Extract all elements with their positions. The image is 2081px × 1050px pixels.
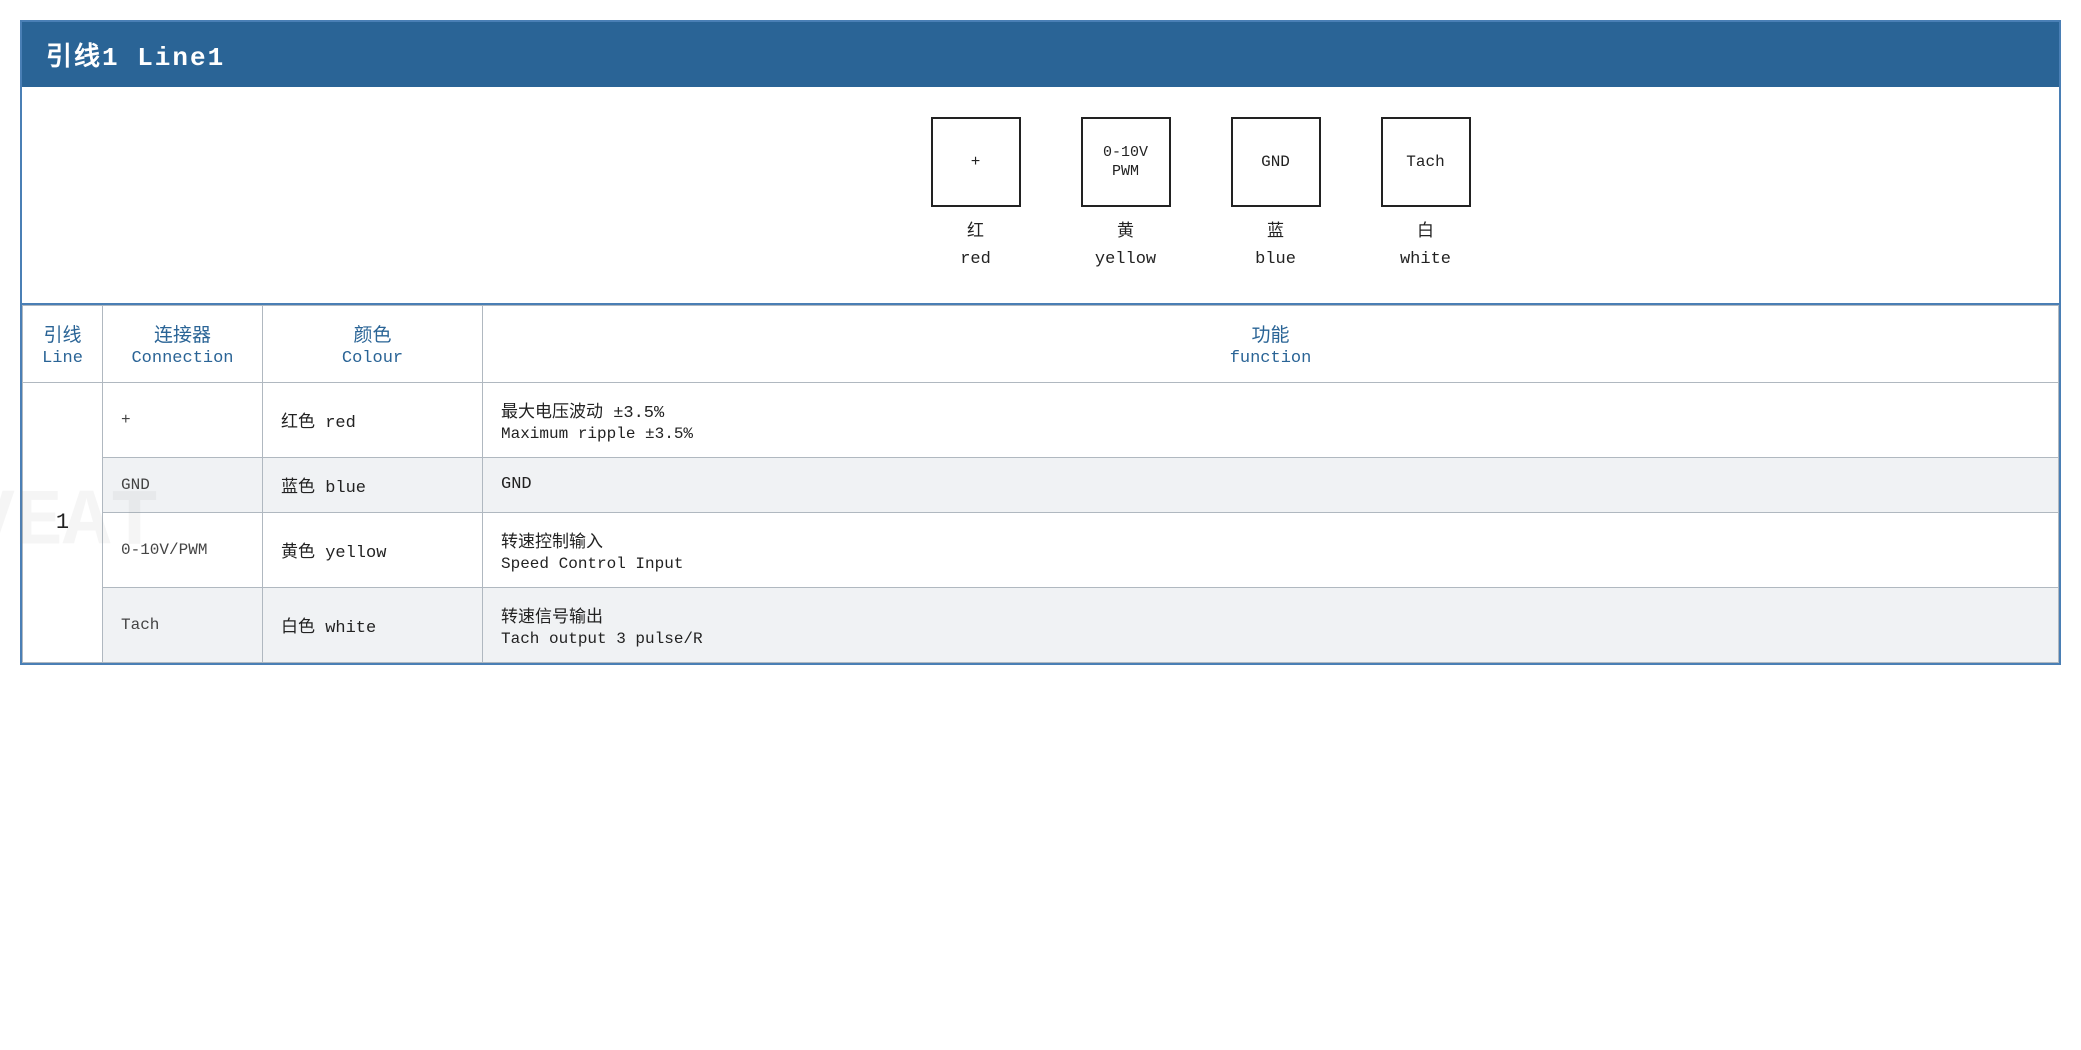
table-row: 1 VEAT + 红色 red 最大电压波动 ±3.5% Maximum rip…: [23, 383, 2059, 458]
pin-gnd-rect: GND: [1231, 117, 1321, 207]
pin-plus-zh: 红: [967, 223, 984, 242]
header-connection-zh: 连接器: [121, 320, 244, 347]
pin-tach: Tach 白 white: [1381, 117, 1471, 273]
table-row: 0-10V/PWM 黄色 yellow 转速控制输入 Speed Control…: [23, 513, 2059, 588]
pin-gnd-zh: 蓝: [1267, 223, 1284, 242]
main-wrapper: 引线1 Line1 + 红 red 0-10VPWM 黄 yellow: [20, 20, 2061, 665]
func-ripple-cell: 最大电压波动 ±3.5% Maximum ripple ±3.5%: [483, 383, 2059, 458]
conn-plus-cell: +: [103, 383, 263, 458]
table-header-row: 引线 Line 连接器 Connection 颜色 Colour 功能 func…: [23, 306, 2059, 383]
func-speed-zh: 转速控制输入: [501, 527, 2040, 553]
func-tach-cell: 转速信号输出 Tach output 3 pulse/R: [483, 588, 2059, 663]
pin-plus-en: red: [960, 250, 991, 269]
header-line-en: Line: [41, 349, 84, 368]
line-number-cell: 1 VEAT: [23, 383, 103, 663]
func-gnd-zh: GND: [501, 475, 2040, 494]
conn-pwm-cell: 0-10V/PWM: [103, 513, 263, 588]
section-title: 引线1 Line1: [22, 22, 2059, 87]
header-colour: 颜色 Colour: [263, 306, 483, 383]
page-container: 引线1 Line1 + 红 red 0-10VPWM 黄 yellow: [0, 0, 2081, 1050]
func-tach-en: Tach output 3 pulse/R: [501, 630, 2040, 648]
title-text: 引线1 Line1: [46, 43, 225, 73]
data-table: 引线 Line 连接器 Connection 颜色 Colour 功能 func…: [22, 305, 2059, 663]
diagram-inner: + 红 red 0-10VPWM 黄 yellow GND: [931, 117, 1471, 273]
header-connection: 连接器 Connection: [103, 306, 263, 383]
header-function-zh: 功能: [501, 320, 2040, 347]
pin-tach-label: 白 white: [1400, 219, 1451, 273]
header-function: 功能 function: [483, 306, 2059, 383]
pin-pwm-label: 黄 yellow: [1095, 219, 1156, 273]
pin-pwm-en: yellow: [1095, 250, 1156, 269]
pin-pwm: 0-10VPWM 黄 yellow: [1081, 117, 1171, 273]
func-ripple-zh: 最大电压波动 ±3.5%: [501, 397, 2040, 423]
pin-gnd: GND 蓝 blue: [1231, 117, 1321, 273]
table-row: GND 蓝色 blue GND: [23, 458, 2059, 513]
func-speed-cell: 转速控制输入 Speed Control Input: [483, 513, 2059, 588]
func-speed-en: Speed Control Input: [501, 555, 2040, 573]
header-line-zh: 引线: [41, 320, 84, 347]
pin-gnd-label: 蓝 blue: [1255, 219, 1296, 273]
conn-gnd-cell: GND: [103, 458, 263, 513]
table-body: 1 VEAT + 红色 red 最大电压波动 ±3.5% Maximum rip…: [23, 383, 2059, 663]
header-line: 引线 Line: [23, 306, 103, 383]
pin-pwm-zh: 黄: [1117, 223, 1134, 242]
table-row: Tach 白色 white 转速信号输出 Tach output 3 pulse…: [23, 588, 2059, 663]
header-colour-en: Colour: [281, 349, 464, 368]
pin-tach-rect: Tach: [1381, 117, 1471, 207]
pin-pwm-rect: 0-10VPWM: [1081, 117, 1171, 207]
header-function-en: function: [501, 349, 2040, 368]
line-number: 1: [56, 510, 69, 535]
func-ripple-en: Maximum ripple ±3.5%: [501, 425, 2040, 443]
diagram-section: + 红 red 0-10VPWM 黄 yellow GND: [22, 87, 2059, 305]
conn-tach-cell: Tach: [103, 588, 263, 663]
pin-plus-rect: +: [931, 117, 1021, 207]
pin-plus: + 红 red: [931, 117, 1021, 273]
pin-gnd-en: blue: [1255, 250, 1296, 269]
colour-yellow-cell: 黄色 yellow: [263, 513, 483, 588]
pin-plus-label: 红 red: [960, 219, 991, 273]
header-colour-zh: 颜色: [281, 320, 464, 347]
header-connection-en: Connection: [121, 349, 244, 368]
pin-tach-en: white: [1400, 250, 1451, 269]
colour-blue-cell: 蓝色 blue: [263, 458, 483, 513]
func-tach-zh: 转速信号输出: [501, 602, 2040, 628]
colour-white-cell: 白色 white: [263, 588, 483, 663]
colour-red-cell: 红色 red: [263, 383, 483, 458]
pin-tach-zh: 白: [1417, 223, 1434, 242]
func-gnd-cell: GND: [483, 458, 2059, 513]
